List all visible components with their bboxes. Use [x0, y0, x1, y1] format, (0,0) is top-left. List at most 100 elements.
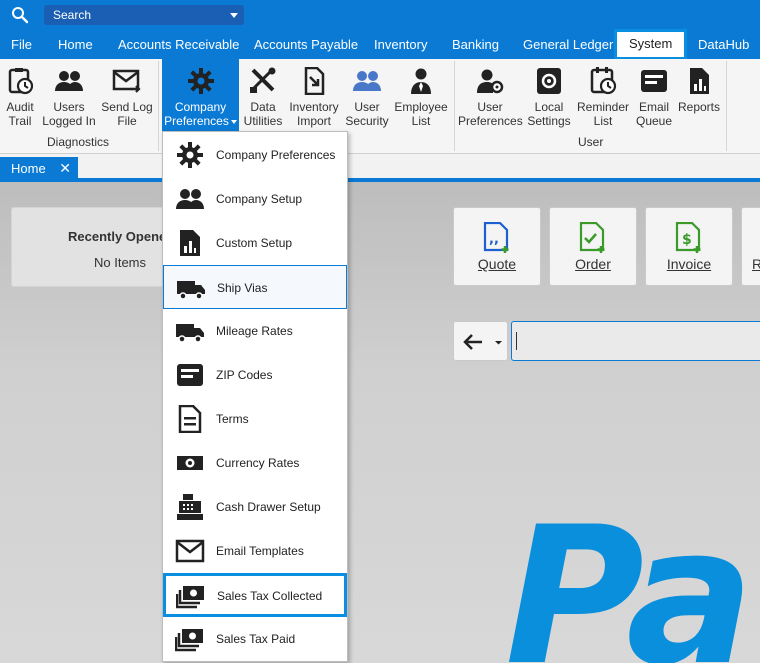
document-icon	[178, 405, 202, 433]
employee-list-button[interactable]: Employee List	[393, 59, 449, 131]
cash-register-icon	[177, 494, 203, 520]
menu-item-label: ZIP Codes	[216, 368, 273, 382]
menu-item-currency-rates[interactable]: Currency Rates	[163, 441, 347, 485]
ribbon-group-diagnostics: Diagnostics	[47, 135, 110, 149]
menu-tab-home[interactable]: Home	[58, 30, 93, 59]
send-log-file-button[interactable]: Send Log File	[100, 59, 154, 131]
menu-tab-file[interactable]: File	[11, 30, 32, 59]
data-utilities-button[interactable]: Data Utilities	[241, 59, 285, 131]
menu-item-label: Custom Setup	[216, 236, 293, 250]
company-preferences-button[interactable]: Company Preferences	[162, 59, 239, 131]
menu-item-label: Company Setup	[216, 192, 303, 206]
reports-button[interactable]: Reports	[677, 59, 721, 131]
menu-item-company-preferences[interactable]: Company Preferences	[163, 133, 347, 177]
ribbon: Audit Trail Users Logged In Send Log Fil…	[0, 59, 760, 154]
menu-item-terms[interactable]: Terms	[163, 397, 347, 441]
arrow-left-icon	[463, 334, 502, 350]
envelope-icon	[175, 539, 205, 563]
chevron-down-icon[interactable]	[230, 13, 238, 18]
menu-item-ship-vias[interactable]: Ship Vias	[163, 265, 347, 309]
order-button[interactable]: Order	[549, 207, 637, 286]
ribbon-label: Reports	[677, 100, 721, 114]
menu-item-email-templates[interactable]: Email Templates	[163, 529, 347, 573]
close-icon[interactable]: ✕	[59, 160, 71, 177]
menu-item-label: Mileage Rates	[216, 324, 293, 338]
menu-item-custom-setup[interactable]: Custom Setup	[163, 221, 347, 265]
people-icon	[176, 189, 204, 209]
ribbon-label: File	[117, 114, 137, 128]
money-stack-icon	[176, 586, 204, 609]
quote-document-icon: ,,	[483, 222, 509, 253]
menu-tab-system[interactable]: System	[614, 29, 688, 60]
menu-tab-inventory[interactable]: Inventory	[374, 30, 427, 59]
ribbon-label: Company	[174, 100, 227, 114]
employee-icon	[411, 68, 431, 94]
ribbon-label: Send Log	[101, 100, 153, 114]
tab-home[interactable]: Home ✕	[0, 157, 78, 182]
invoice-button[interactable]: $ Invoice	[645, 207, 733, 286]
truck-icon	[176, 324, 204, 343]
ribbon-label: Utilities	[243, 114, 283, 128]
menu-item-mileage-rates[interactable]: Mileage Rates	[163, 309, 347, 353]
ribbon-label: Preferences	[164, 114, 229, 128]
menu-tab-banking[interactable]: Banking	[452, 30, 499, 59]
user-preferences-button[interactable]: User Preferences	[458, 59, 523, 131]
ribbon-label: User	[477, 100, 503, 114]
ribbon-label: Settings	[527, 114, 571, 128]
menu-item-label: Currency Rates	[216, 456, 300, 470]
local-settings-button[interactable]: Local Settings	[525, 59, 573, 131]
ribbon-label: Users	[53, 100, 85, 114]
menu-item-sales-tax-paid[interactable]: Sales Tax Paid	[163, 617, 347, 661]
back-navigation-button[interactable]	[453, 321, 508, 361]
top-bar: Search	[0, 0, 760, 30]
chevron-down-icon	[230, 119, 237, 124]
menu-tab-accounts-payable[interactable]: Accounts Payable	[254, 30, 358, 59]
menu-tab-accounts-receivable[interactable]: Accounts Receivable	[118, 30, 239, 59]
ribbon-label: Email	[638, 100, 669, 114]
ribbon-label: Audit	[6, 100, 34, 114]
order-label: Order	[575, 256, 611, 272]
quote-label: Quote	[477, 256, 517, 272]
audit-trail-button[interactable]: Audit Trail	[2, 59, 38, 131]
menu-tab-datahub[interactable]: DataHub	[698, 30, 749, 59]
ribbon-separator	[726, 61, 727, 151]
menu-tab-general-ledger[interactable]: General Ledger	[523, 30, 613, 59]
import-document-icon	[304, 67, 325, 95]
chart-document-icon	[180, 230, 200, 256]
ribbon-label: List	[411, 114, 431, 128]
recently-opened-empty: No Items	[94, 255, 147, 270]
user-security-button[interactable]: User Security	[343, 59, 391, 131]
envelope-arrow-icon	[112, 69, 141, 93]
r-button[interactable]: R	[741, 207, 760, 286]
recently-opened-title: Recently Opened	[68, 229, 175, 244]
text-cursor	[516, 332, 517, 350]
reports-icon	[690, 68, 709, 94]
svg-text:$: $	[682, 232, 692, 248]
search-icon[interactable]	[11, 6, 29, 24]
email-queue-button[interactable]: Email Queue	[633, 59, 675, 131]
inventory-import-button[interactable]: Inventory Import	[287, 59, 341, 131]
menu-item-sales-tax-collected[interactable]: Sales Tax Collected	[163, 573, 347, 617]
reminder-list-button[interactable]: Reminder List	[576, 59, 630, 131]
navigation-input[interactable]	[511, 321, 760, 361]
users-logged-in-button[interactable]: Users Logged In	[40, 59, 98, 131]
tab-home-label: Home	[11, 161, 46, 176]
r-label: R	[752, 256, 760, 272]
ribbon-separator	[158, 61, 159, 151]
ribbon-label: Queue	[635, 114, 673, 128]
menu-item-cash-drawer-setup[interactable]: Cash Drawer Setup	[163, 485, 347, 529]
search-placeholder: Search	[53, 8, 92, 22]
menu-item-company-setup[interactable]: Company Setup	[163, 177, 347, 221]
reminder-clock-icon	[590, 67, 617, 95]
banknote-icon	[177, 456, 203, 470]
menu-bar: File Home Accounts Receivable Accounts P…	[0, 29, 760, 60]
quote-button[interactable]: ,, Quote	[453, 207, 541, 286]
brand-logo: Pa	[505, 486, 754, 663]
ribbon-label: Trail	[8, 114, 32, 128]
menu-item-zip-codes[interactable]: ZIP Codes	[163, 353, 347, 397]
company-preferences-dropdown: Company Preferences Company Setup Custom…	[162, 131, 348, 662]
search-input[interactable]: Search	[44, 5, 244, 25]
menu-item-label: Ship Vias	[217, 281, 268, 295]
user-gear-icon	[477, 69, 504, 94]
ribbon-label: Import	[296, 114, 331, 128]
